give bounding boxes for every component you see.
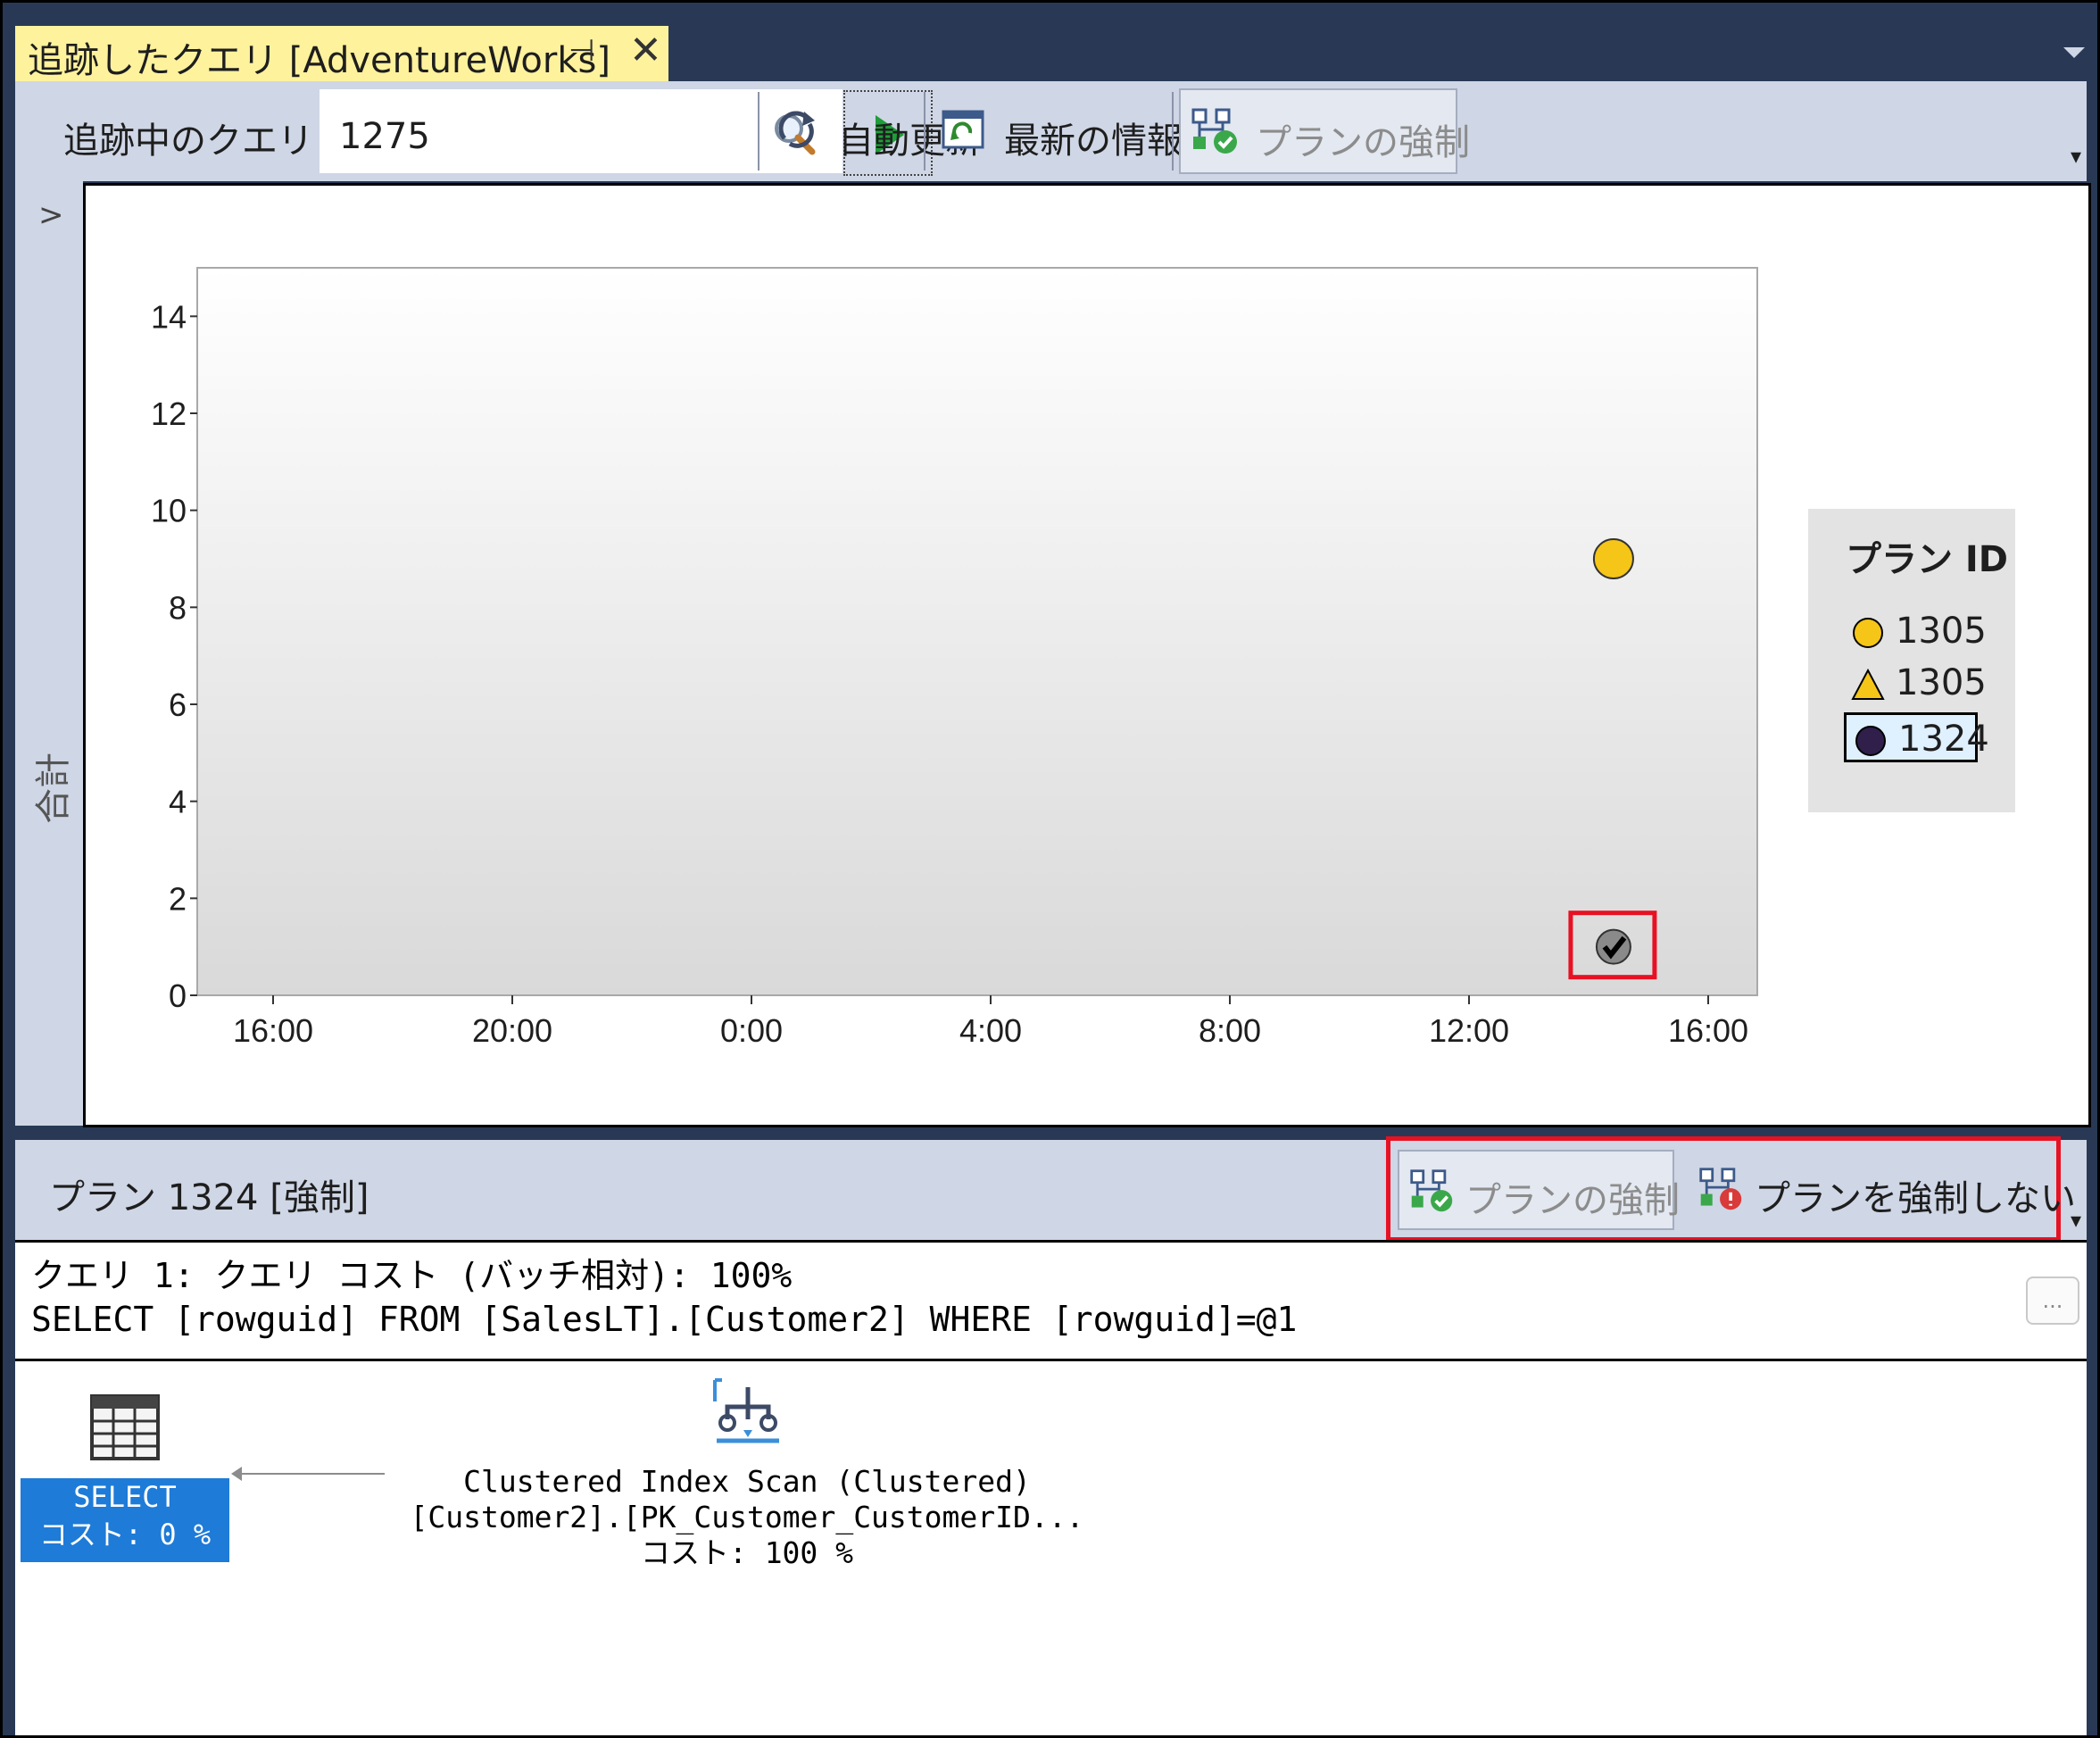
force-plan-icon (1191, 108, 1237, 154)
execution-plan-pane: クエリ 1: クエリ コスト (バッチ相対): 100% SELECT [row… (15, 1240, 2087, 1735)
toolbar-separator (924, 92, 925, 170)
x-tick-label: 20:00 (472, 1012, 552, 1049)
legend-label: 1305 (1896, 611, 1987, 652)
unforce-plan-label: プランを強制しない (1755, 1178, 2076, 1219)
x-tick-label: 12:00 (1429, 1012, 1509, 1049)
plan-title: プラン 1324 [強制] (49, 1177, 369, 1218)
clustered-index-scan-icon[interactable] (708, 1375, 788, 1455)
document-tab-strip: 追跡したクエリ [AdventureWorks] ⊣ ✕ (3, 3, 2097, 81)
force-plan-button[interactable]: プランの強制 (1398, 1150, 1680, 1230)
toolbar: 追跡中のクエリ 1275 自動更新 最新の情報に更新 プランの強制 ▾ (15, 81, 2087, 181)
plan-overflow-icon[interactable]: ▾ (2071, 1208, 2081, 1233)
toolbar-overflow-icon[interactable]: ▾ (2071, 144, 2081, 169)
divider (15, 1359, 2087, 1361)
chart-panel: 0 2 4 6 8 10 12 14 16:00 20:00 0:00 4:00 8:00 12:00 1… (83, 183, 2091, 1127)
y-tick-label: 0 (169, 977, 187, 1014)
force-plan-icon (1410, 1169, 1453, 1212)
plan-force-buttons-highlight: プランの強制 プランを強制しない (1386, 1136, 2076, 1242)
pin-icon[interactable]: ⊣ (569, 33, 595, 69)
legend-item-1324-circle[interactable]: 1324 (1844, 712, 1989, 762)
y-tick-label: 10 (151, 493, 187, 529)
query-cost-line: クエリ 1: クエリ コスト (バッチ相対): 100% (31, 1256, 793, 1295)
legend-item-1305-triangle[interactable]: 1305 (1844, 659, 1987, 709)
force-plan-toolbar-label: プランの強制 (1256, 122, 1470, 163)
x-tick-label: 8:00 (1199, 1012, 1261, 1049)
y-tick-label: 14 (151, 298, 187, 335)
auto-refresh-button[interactable]: 自動更新 (772, 88, 981, 174)
select-node-title: SELECT (73, 1480, 177, 1514)
x-tick-label: 16:00 (233, 1012, 313, 1049)
side-metric-label: 合計 (33, 753, 74, 824)
select-node-cost: コスト: 0 % (38, 1518, 212, 1551)
x-tick-label: 16:00 (1668, 1012, 1748, 1049)
y-tick-label: 12 (151, 395, 187, 432)
plot-area (196, 267, 1758, 996)
force-plan-toolbar-button[interactable]: プランの強制 (1179, 88, 1470, 174)
plan-header: プラン 1324 [強制] プランの強制 プランを強制しない ▾ (15, 1136, 2087, 1242)
query-sql-text: SELECT [rowguid] FROM [SalesLT].[Custome… (31, 1300, 1298, 1339)
x-tick-label: 4:00 (959, 1012, 1022, 1049)
refresh-button[interactable]: 最新の情報に更新 (938, 88, 1290, 174)
force-plan-label: プランの強制 (1465, 1180, 1680, 1221)
data-flow-arrowhead (231, 1467, 242, 1481)
y-tick-label: 2 (169, 880, 187, 917)
yellow-circle-icon (1853, 618, 1883, 648)
y-tick-label: 6 (169, 686, 187, 723)
yellow-triangle-icon (1851, 668, 1885, 700)
query-id-value: 1275 (339, 116, 430, 157)
scatter-chart: 0 2 4 6 8 10 12 14 16:00 20:00 0:00 4:00 8:00 12:00 1… (151, 267, 1758, 1049)
legend-item-1305-circle[interactable]: 1305 (1844, 607, 1987, 657)
select-operator-icon[interactable] (88, 1391, 162, 1464)
legend-label: 1305 (1896, 662, 1987, 703)
legend-title: プラン ID (1846, 539, 2009, 580)
purple-circle-icon (1855, 726, 1886, 756)
plan-point-1324[interactable] (1595, 928, 1631, 965)
close-icon[interactable]: ✕ (629, 28, 662, 73)
y-tick-label: 8 (169, 589, 187, 626)
document-tab-title: 追跡したクエリ [AdventureWorks] (28, 40, 610, 81)
legend: プラン ID 1305 1305 1324 (1808, 509, 2015, 812)
y-tick-label: 4 (169, 784, 187, 820)
expand-chevron-icon[interactable]: > (38, 197, 64, 233)
toolbar-separator (758, 92, 759, 170)
auto-refresh-icon (778, 111, 815, 148)
tracked-query-label: 追跡中のクエリ (63, 121, 313, 162)
query-store-window: 追跡したクエリ [AdventureWorks] ⊣ ✕ 追跡中のクエリ 127… (0, 0, 2100, 1738)
unforce-plan-icon (1699, 1168, 1742, 1210)
clustered-index-scan-node[interactable]: Clustered Index Scan (Clustered) [Custom… (381, 1464, 1113, 1571)
chart-side-panel: > 合計 (15, 181, 83, 1126)
x-tick-label: 0:00 (720, 1012, 783, 1049)
show-query-text-button[interactable]: ... (2026, 1276, 2079, 1325)
scan-node-object: [Customer2].[PK_Customer_CustomerID... (410, 1500, 1084, 1534)
select-operator-node[interactable]: SELECT コスト: 0 % (21, 1478, 229, 1562)
unforce-plan-button[interactable]: プランを強制しない (1689, 1150, 2076, 1230)
data-flow-arrow (238, 1473, 385, 1475)
tab-overflow-dropdown-icon[interactable] (2063, 47, 2085, 58)
scan-node-operator: Clustered Index Scan (Clustered) (463, 1464, 1031, 1499)
toolbar-separator (1172, 92, 1174, 170)
document-tab[interactable]: 追跡したクエリ [AdventureWorks] ⊣ ✕ (15, 26, 668, 81)
refresh-icon (942, 110, 984, 149)
query-id-input[interactable]: 1275 (319, 88, 843, 174)
plan-point-1305[interactable] (1592, 538, 1634, 579)
scan-node-cost: コスト: 100 % (640, 1535, 854, 1570)
legend-label: 1324 (1898, 719, 1989, 760)
